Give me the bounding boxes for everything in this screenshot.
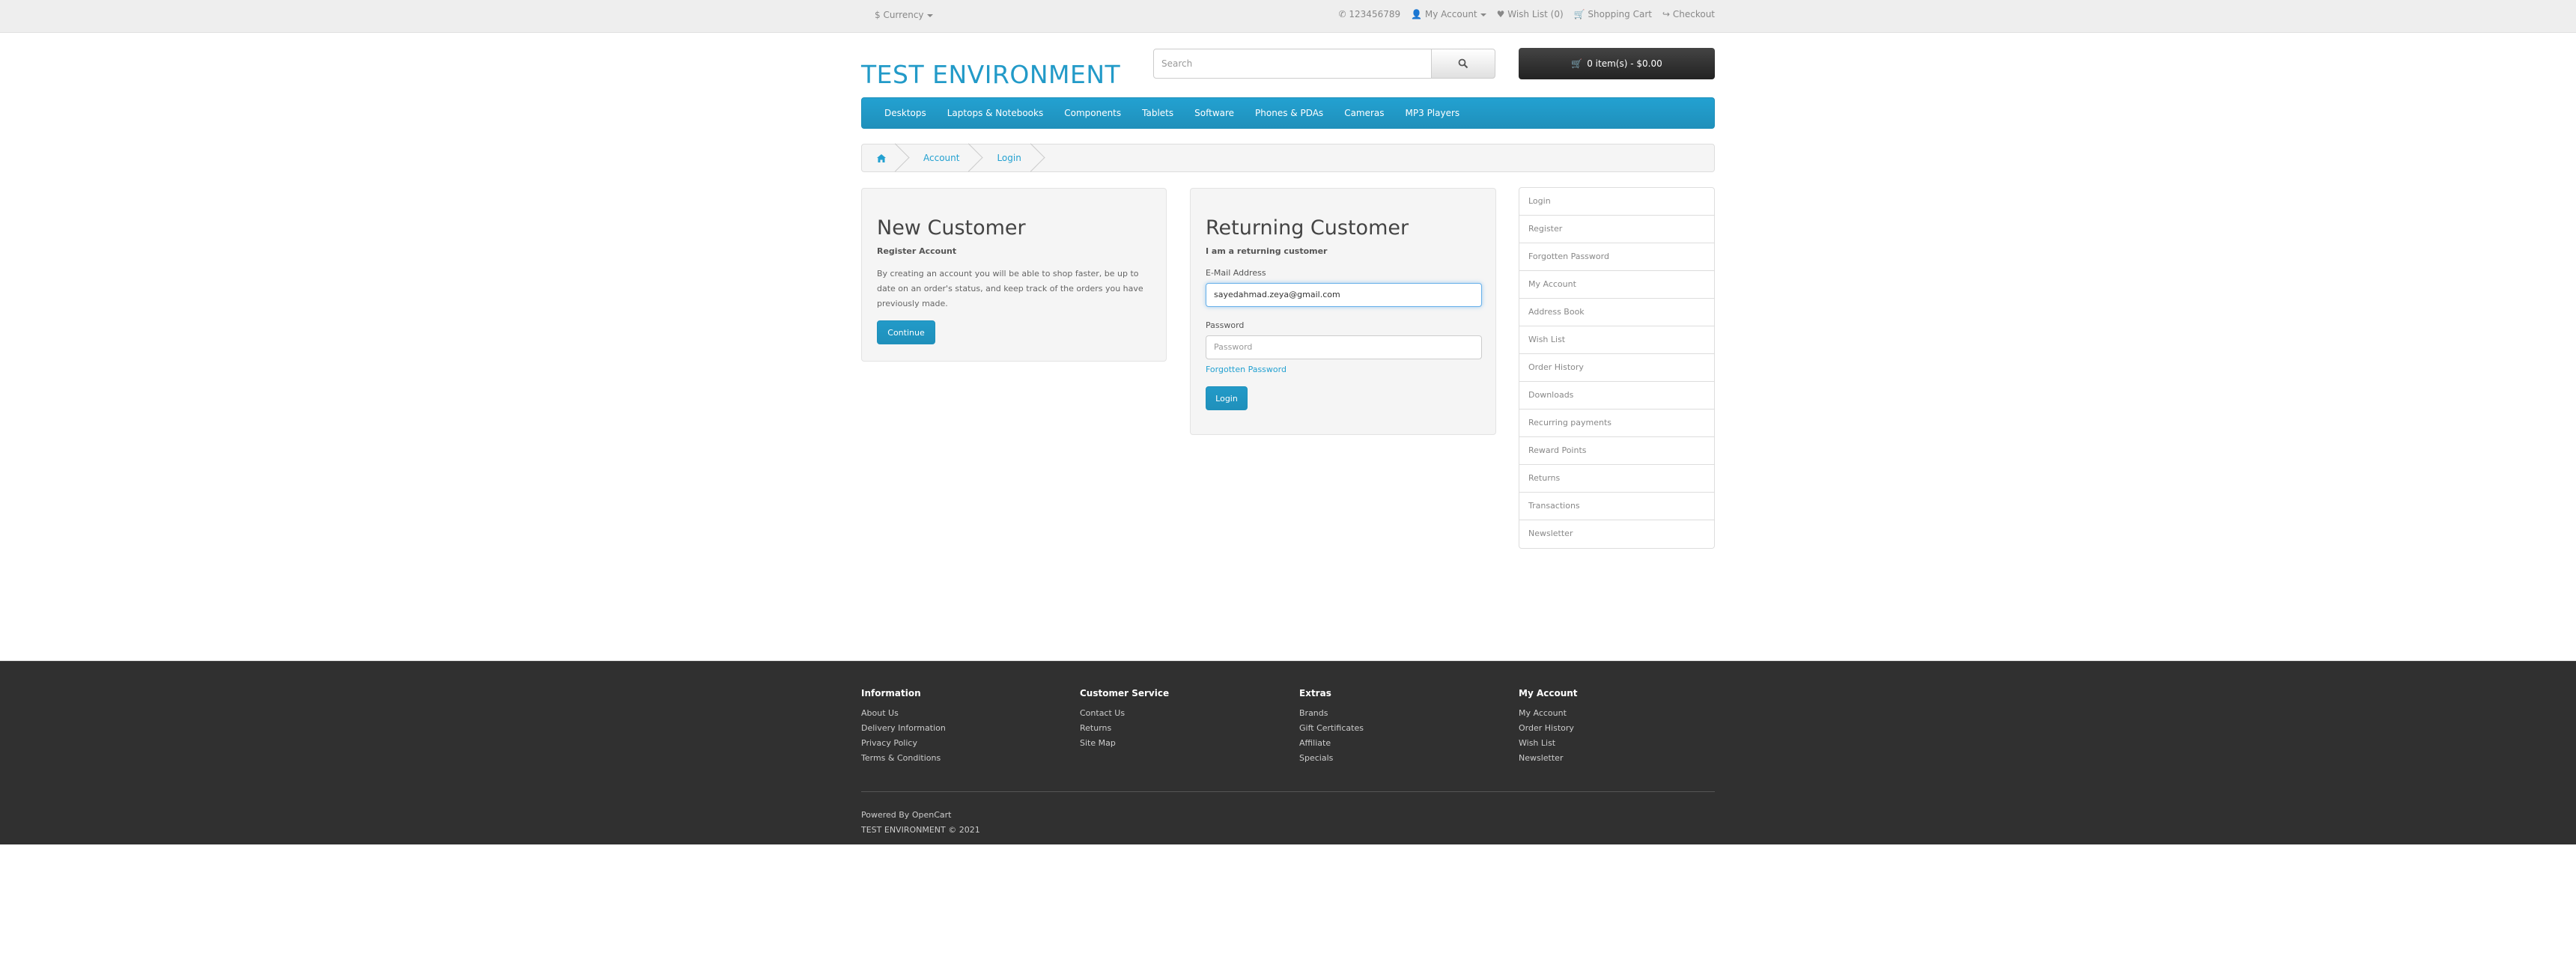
home-icon — [877, 153, 886, 162]
breadcrumb-home[interactable] — [862, 144, 908, 171]
footer-heading: Customer Service — [1080, 688, 1170, 698]
footer-column-extras: Extras Brands Gift Certificates Affiliat… — [1299, 688, 1364, 766]
new-customer-text: By creating an account you will be able … — [877, 269, 1143, 308]
sidebar-item-address-book[interactable]: Address Book — [1519, 299, 1714, 326]
footer-divider — [861, 791, 1715, 792]
footer-link-gift-certificates[interactable]: Gift Certificates — [1299, 721, 1364, 736]
shopping-cart-label: Shopping Cart — [1588, 9, 1652, 19]
email-field[interactable]: sayedahmad.zeya@gmail.com — [1206, 283, 1482, 307]
shopping-cart-link[interactable]: 🛒 Shopping Cart — [1574, 9, 1652, 19]
footer-link-terms[interactable]: Terms & Conditions — [861, 751, 946, 766]
user-icon: 👤 — [1411, 9, 1423, 19]
share-icon: ↪ — [1662, 9, 1671, 19]
sidebar-item-wish-list[interactable]: Wish List — [1519, 326, 1714, 354]
footer-column-my-account: My Account My Account Order History Wish… — [1519, 688, 1578, 766]
cart-total-label: 0 item(s) - $0.00 — [1587, 58, 1662, 69]
currency-dropdown[interactable]: $ Currency — [875, 10, 933, 20]
powered-by: Powered By OpenCart TEST ENVIRONMENT © 2… — [861, 808, 980, 838]
menu-item-components[interactable]: Components — [1054, 108, 1131, 118]
cart-icon: 🛒 — [1571, 58, 1583, 69]
account-sidebar: Login Register Forgotten Password My Acc… — [1519, 187, 1715, 549]
footer-link-contact[interactable]: Contact Us — [1080, 706, 1169, 721]
my-account-dropdown[interactable]: 👤 My Account — [1411, 9, 1486, 19]
search-input[interactable]: Search — [1153, 49, 1432, 79]
footer-link-site-map[interactable]: Site Map — [1080, 736, 1169, 751]
sidebar-item-my-account[interactable]: My Account — [1519, 271, 1714, 299]
site-logo[interactable]: TEST ENVIRONMENT — [861, 60, 1120, 89]
continue-button[interactable]: Continue — [877, 320, 935, 344]
breadcrumb-login[interactable]: Login — [982, 144, 1043, 171]
register-account-subtitle: Register Account — [877, 246, 957, 256]
forgotten-password-link[interactable]: Forgotten Password — [1206, 365, 1287, 374]
sidebar-item-reward-points[interactable]: Reward Points — [1519, 437, 1714, 465]
phone-label: 123456789 — [1349, 9, 1401, 19]
checkout-link[interactable]: ↪ Checkout — [1662, 9, 1715, 19]
footer-link-wish-list[interactable]: Wish List — [1519, 736, 1578, 751]
footer-link-about-us[interactable]: About Us — [861, 706, 946, 721]
powered-by-prefix: Powered By — [861, 810, 910, 820]
checkout-label: Checkout — [1672, 9, 1715, 19]
footer-link-specials[interactable]: Specials — [1299, 751, 1364, 766]
menu-item-mp3[interactable]: MP3 Players — [1395, 108, 1471, 118]
footer: Information About Us Delivery Informatio… — [0, 660, 2576, 844]
caret-down-icon — [926, 13, 933, 17]
password-field[interactable]: Password — [1206, 335, 1482, 359]
sidebar-item-newsletter[interactable]: Newsletter — [1519, 520, 1714, 548]
menu-item-cameras[interactable]: Cameras — [1334, 108, 1394, 118]
footer-heading: Information — [861, 688, 921, 698]
wishlist-label: Wish List (0) — [1507, 9, 1564, 19]
search-icon — [1458, 58, 1468, 69]
search-button[interactable] — [1431, 49, 1495, 79]
menu-item-laptops[interactable]: Laptops & Notebooks — [937, 108, 1054, 118]
new-customer-panel: New Customer Register Account By creatin… — [861, 188, 1167, 362]
sidebar-item-order-history[interactable]: Order History — [1519, 354, 1714, 382]
phone-icon: ✆ — [1338, 9, 1346, 19]
menu-item-desktops[interactable]: Desktops — [872, 108, 937, 118]
footer-link-my-account[interactable]: My Account — [1519, 706, 1578, 721]
wishlist-link[interactable]: ♥ Wish List (0) — [1497, 9, 1564, 19]
footer-link-privacy[interactable]: Privacy Policy — [861, 736, 946, 751]
sidebar-item-register[interactable]: Register — [1519, 216, 1714, 243]
footer-link-newsletter[interactable]: Newsletter — [1519, 751, 1578, 766]
footer-link-order-history[interactable]: Order History — [1519, 721, 1578, 736]
footer-heading: My Account — [1519, 688, 1578, 698]
sidebar-item-forgotten-password[interactable]: Forgotten Password — [1519, 243, 1714, 271]
currency-label: $ Currency — [875, 10, 924, 20]
sidebar-item-returns[interactable]: Returns — [1519, 465, 1714, 493]
email-label: E-Mail Address — [1206, 268, 1266, 278]
login-button[interactable]: Login — [1206, 386, 1248, 410]
footer-link-returns[interactable]: Returns — [1080, 721, 1169, 736]
footer-heading: Extras — [1299, 688, 1331, 698]
opencart-link[interactable]: OpenCart — [912, 810, 952, 820]
breadcrumb-account[interactable]: Account — [908, 144, 982, 171]
my-account-label: My Account — [1424, 9, 1477, 19]
menu-item-tablets[interactable]: Tablets — [1131, 108, 1184, 118]
breadcrumb: Account Login — [861, 144, 1715, 172]
footer-column-customer-service: Customer Service Contact Us Returns Site… — [1080, 688, 1169, 751]
footer-link-affiliate[interactable]: Affiliate — [1299, 736, 1364, 751]
top-bar: $ Currency ✆ 123456789 👤 My Account ♥ Wi… — [0, 0, 2576, 33]
main-menu: Desktops Laptops & Notebooks Components … — [861, 97, 1715, 129]
cart-icon: 🛒 — [1573, 9, 1585, 19]
footer-link-delivery[interactable]: Delivery Information — [861, 721, 946, 736]
menu-item-phones[interactable]: Phones & PDAs — [1245, 108, 1334, 118]
returning-customer-subtitle: I am a returning customer — [1206, 246, 1328, 256]
sidebar-item-login[interactable]: Login — [1519, 188, 1714, 216]
returning-customer-title: Returning Customer — [1206, 216, 1409, 240]
caret-down-icon — [1480, 13, 1486, 16]
sidebar-item-recurring-payments[interactable]: Recurring payments — [1519, 410, 1714, 437]
heart-icon: ♥ — [1496, 9, 1505, 19]
menu-item-software[interactable]: Software — [1184, 108, 1245, 118]
cart-button[interactable]: 🛒 0 item(s) - $0.00 — [1519, 48, 1715, 79]
sidebar-item-downloads[interactable]: Downloads — [1519, 382, 1714, 410]
password-label: Password — [1206, 320, 1245, 330]
footer-link-brands[interactable]: Brands — [1299, 706, 1364, 721]
sidebar-item-transactions[interactable]: Transactions — [1519, 493, 1714, 520]
copyright: TEST ENVIRONMENT © 2021 — [861, 825, 980, 835]
top-links: ✆ 123456789 👤 My Account ♥ Wish List (0)… — [1339, 9, 1715, 19]
footer-column-information: Information About Us Delivery Informatio… — [861, 688, 946, 766]
new-customer-title: New Customer — [877, 216, 1026, 240]
returning-customer-panel: Returning Customer I am a returning cust… — [1190, 188, 1496, 435]
phone-link[interactable]: ✆ 123456789 — [1339, 9, 1401, 19]
